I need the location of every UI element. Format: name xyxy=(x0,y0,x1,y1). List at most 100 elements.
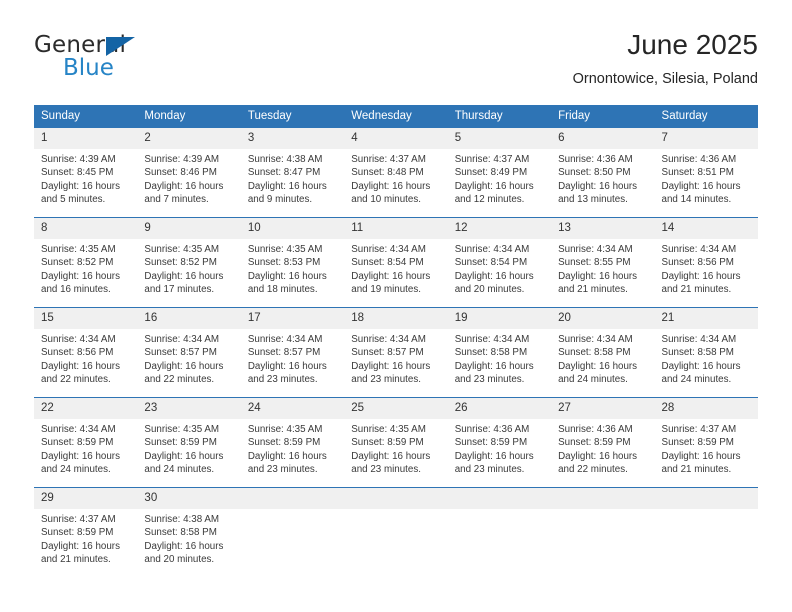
daylight-text-line1: Daylight: 16 hours xyxy=(454,360,534,372)
calendar-day-cell[interactable]: 21 Sunrise: 4:34 AM Sunset: 8:58 PM Dayligh… xyxy=(654,307,758,398)
calendar-day-cell[interactable]: 29 Sunrise: 4:37 AM Sunset: 8:59 PM Dayligh… xyxy=(34,487,138,577)
calendar-day-cell[interactable]: 10 Sunrise: 4:35 AM Sunset: 8:53 PM Dayligh… xyxy=(240,217,345,308)
calendar-day-cell[interactable]: 22 Sunrise: 4:34 AM Sunset: 8:59 PM Dayligh… xyxy=(34,397,138,488)
sunset-text: Sunset: 8:59 PM xyxy=(351,437,424,449)
calendar-day-cell[interactable]: 1 Sunrise: 4:39 AM Sunset: 8:45 PM Daylight… xyxy=(34,127,138,218)
logo-triangle-icon xyxy=(106,37,135,56)
calendar-day-cell[interactable]: 16 Sunrise: 4:34 AM Sunset: 8:57 PM Dayligh… xyxy=(137,307,241,398)
day-details: Sunrise: 4:34 AM Sunset: 8:56 PM Daylight:… xyxy=(655,239,758,297)
daylight-text-line2: and 23 minutes. xyxy=(247,464,318,476)
calendar-day-cell-empty xyxy=(240,487,345,577)
calendar-page: General Blue June 2025 Ornontowice, Sile… xyxy=(0,0,792,612)
general-blue-logo[interactable]: General Blue xyxy=(34,32,234,88)
calendar-day-cell[interactable]: 20 Sunrise: 4:34 AM Sunset: 8:58 PM Dayligh… xyxy=(551,307,655,398)
calendar-day-cell[interactable]: 13 Sunrise: 4:34 AM Sunset: 8:55 PM Dayligh… xyxy=(551,217,655,308)
daylight-text-line1: Daylight: 16 hours xyxy=(144,270,224,282)
daylight-text-line2: and 17 minutes. xyxy=(144,284,215,296)
day-details: Sunrise: 4:38 AM Sunset: 8:58 PM Daylight:… xyxy=(137,509,240,567)
daylight-text-line1: Daylight: 16 hours xyxy=(41,540,120,552)
sunrise-text: Sunrise: 4:34 AM xyxy=(144,334,220,345)
sunrise-text: Sunrise: 4:35 AM xyxy=(41,244,116,255)
daylight-text-line1: Daylight: 16 hours xyxy=(661,180,741,192)
day-number xyxy=(240,488,345,509)
daylight-text-line2: and 24 minutes. xyxy=(41,464,111,476)
daylight-text-line1: Daylight: 16 hours xyxy=(454,270,534,282)
sunset-text: Sunset: 8:58 PM xyxy=(661,347,734,359)
day-details: Sunrise: 4:34 AM Sunset: 8:57 PM Daylight:… xyxy=(137,329,240,387)
day-number xyxy=(551,488,655,509)
day-number: 1 xyxy=(34,128,138,149)
calendar-day-cell[interactable]: 5 Sunrise: 4:37 AM Sunset: 8:49 PM Daylight… xyxy=(447,127,552,218)
daylight-text-line2: and 23 minutes. xyxy=(247,374,318,386)
daylight-text-line1: Daylight: 16 hours xyxy=(247,270,327,282)
page-subtitle: Ornontowice, Silesia, Poland xyxy=(572,71,758,87)
calendar-day-cell[interactable]: 27 Sunrise: 4:36 AM Sunset: 8:59 PM Dayligh… xyxy=(551,397,655,488)
day-number: 20 xyxy=(551,308,655,329)
calendar-day-cell[interactable]: 25 Sunrise: 4:35 AM Sunset: 8:59 PM Dayligh… xyxy=(344,397,448,488)
daylight-text-line1: Daylight: 16 hours xyxy=(454,180,534,192)
calendar-day-cell[interactable]: 4 Sunrise: 4:37 AM Sunset: 8:48 PM Daylight… xyxy=(344,127,448,218)
sunrise-text: Sunrise: 4:36 AM xyxy=(454,424,530,435)
sunrise-text: Sunrise: 4:34 AM xyxy=(351,334,426,345)
sunrise-text: Sunrise: 4:34 AM xyxy=(558,244,633,255)
daylight-text-line2: and 24 minutes. xyxy=(558,374,628,386)
daylight-text-line2: and 23 minutes. xyxy=(454,464,525,476)
sunset-text: Sunset: 8:59 PM xyxy=(41,527,114,539)
sunset-text: Sunset: 8:59 PM xyxy=(661,437,734,449)
calendar-table: Sunday Monday Tuesday Wednesday Thursday Frid… xyxy=(34,105,758,577)
sunset-text: Sunset: 8:48 PM xyxy=(351,167,424,179)
sunrise-text: Sunrise: 4:39 AM xyxy=(41,154,116,165)
day-details: Sunrise: 4:35 AM Sunset: 8:52 PM Daylight:… xyxy=(137,239,240,297)
calendar-day-cell[interactable]: 11 Sunrise: 4:34 AM Sunset: 8:54 PM Dayligh… xyxy=(344,217,448,308)
calendar-day-cell[interactable]: 26 Sunrise: 4:36 AM Sunset: 8:59 PM Dayligh… xyxy=(447,397,552,488)
daylight-text-line1: Daylight: 16 hours xyxy=(558,270,638,282)
weekday-header-friday: Friday xyxy=(551,105,655,128)
daylight-text-line2: and 21 minutes. xyxy=(661,284,732,296)
day-number: 3 xyxy=(240,128,345,149)
calendar-day-cell[interactable]: 9 Sunrise: 4:35 AM Sunset: 8:52 PM Daylight… xyxy=(137,217,241,308)
day-number: 27 xyxy=(551,398,655,419)
sunset-text: Sunset: 8:49 PM xyxy=(454,167,528,179)
sunset-text: Sunset: 8:56 PM xyxy=(661,257,734,269)
daylight-text-line2: and 24 minutes. xyxy=(144,464,215,476)
calendar-day-cell[interactable]: 17 Sunrise: 4:34 AM Sunset: 8:57 PM Dayligh… xyxy=(240,307,345,398)
calendar-day-cell[interactable]: 19 Sunrise: 4:34 AM Sunset: 8:58 PM Dayligh… xyxy=(447,307,552,398)
daylight-text-line1: Daylight: 16 hours xyxy=(351,360,431,372)
calendar-day-cell[interactable]: 12 Sunrise: 4:34 AM Sunset: 8:54 PM Dayligh… xyxy=(447,217,552,308)
daylight-text-line2: and 20 minutes. xyxy=(144,554,215,566)
day-details: Sunrise: 4:37 AM Sunset: 8:59 PM Daylight:… xyxy=(34,509,137,567)
daylight-text-line2: and 5 minutes. xyxy=(41,194,106,206)
day-number: 23 xyxy=(137,398,241,419)
daylight-text-line2: and 21 minutes. xyxy=(41,554,111,566)
sunrise-text: Sunrise: 4:34 AM xyxy=(247,334,323,345)
daylight-text-line1: Daylight: 16 hours xyxy=(247,450,327,462)
calendar-day-cell[interactable]: 18 Sunrise: 4:34 AM Sunset: 8:57 PM Dayligh… xyxy=(344,307,448,398)
calendar-day-cell[interactable]: 24 Sunrise: 4:35 AM Sunset: 8:59 PM Dayligh… xyxy=(240,397,345,488)
calendar-day-cell[interactable]: 14 Sunrise: 4:34 AM Sunset: 8:56 PM Dayligh… xyxy=(654,217,758,308)
day-details: Sunrise: 4:34 AM Sunset: 8:57 PM Daylight:… xyxy=(344,329,447,387)
calendar-day-cell[interactable]: 2 Sunrise: 4:39 AM Sunset: 8:46 PM Daylight… xyxy=(137,127,241,218)
day-number: 5 xyxy=(447,128,552,149)
calendar-week-row: 8 Sunrise: 4:35 AM Sunset: 8:52 PM Daylight… xyxy=(34,217,758,308)
calendar-day-cell[interactable]: 6 Sunrise: 4:36 AM Sunset: 8:50 PM Daylight… xyxy=(551,127,655,218)
daylight-text-line1: Daylight: 16 hours xyxy=(41,360,120,372)
daylight-text-line1: Daylight: 16 hours xyxy=(661,270,741,282)
sunrise-text: Sunrise: 4:37 AM xyxy=(351,154,426,165)
sunrise-text: Sunrise: 4:36 AM xyxy=(558,424,633,435)
calendar-day-cell[interactable]: 15 Sunrise: 4:34 AM Sunset: 8:56 PM Dayligh… xyxy=(34,307,138,398)
calendar-week-row: 1 Sunrise: 4:39 AM Sunset: 8:45 PM Daylight… xyxy=(34,127,758,218)
calendar-day-cell[interactable]: 28 Sunrise: 4:37 AM Sunset: 8:59 PM Dayligh… xyxy=(654,397,758,488)
weekday-header-sunday: Sunday xyxy=(34,105,138,128)
sunrise-text: Sunrise: 4:37 AM xyxy=(661,424,737,435)
daylight-text-line2: and 16 minutes. xyxy=(41,284,111,296)
daylight-text-line1: Daylight: 16 hours xyxy=(558,450,638,462)
calendar-day-cell[interactable]: 7 Sunrise: 4:36 AM Sunset: 8:51 PM Daylight… xyxy=(654,127,758,218)
calendar-day-cell[interactable]: 30 Sunrise: 4:38 AM Sunset: 8:58 PM Dayligh… xyxy=(137,487,241,577)
daylight-text-line2: and 14 minutes. xyxy=(661,194,732,206)
day-number: 21 xyxy=(654,308,758,329)
calendar-day-cell[interactable]: 8 Sunrise: 4:35 AM Sunset: 8:52 PM Daylight… xyxy=(34,217,138,308)
calendar-day-cell[interactable]: 3 Sunrise: 4:38 AM Sunset: 8:47 PM Daylight… xyxy=(240,127,345,218)
day-number: 22 xyxy=(34,398,138,419)
day-details: Sunrise: 4:35 AM Sunset: 8:52 PM Daylight:… xyxy=(34,239,137,297)
calendar-day-cell[interactable]: 23 Sunrise: 4:35 AM Sunset: 8:59 PM Dayligh… xyxy=(137,397,241,488)
